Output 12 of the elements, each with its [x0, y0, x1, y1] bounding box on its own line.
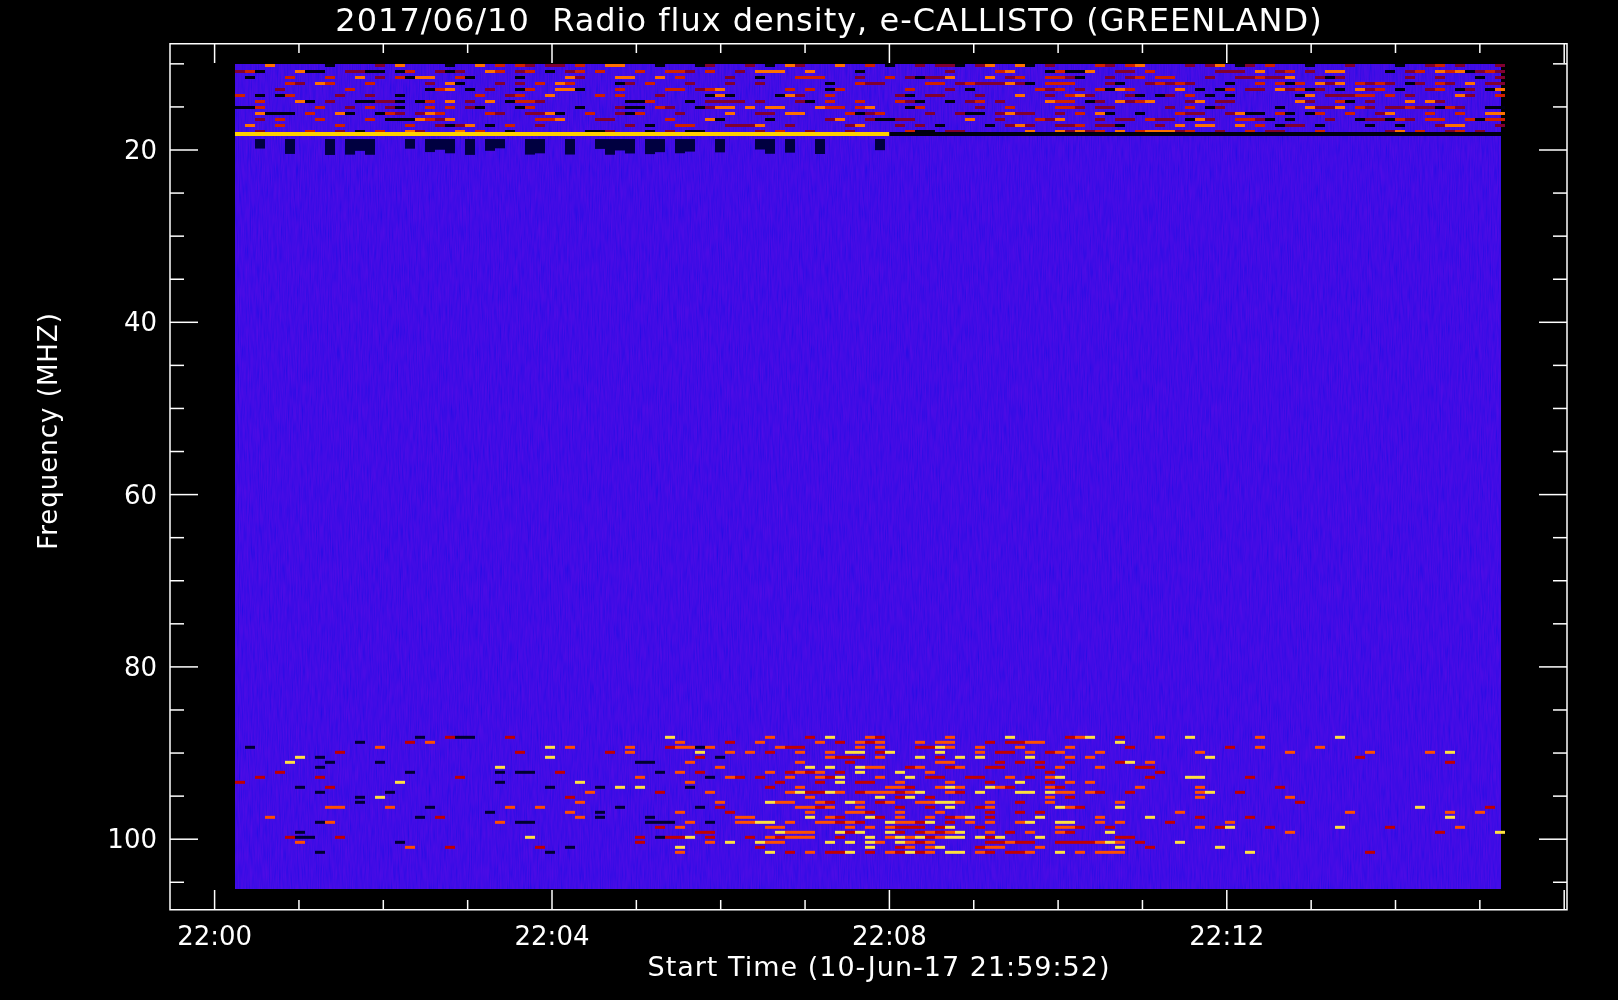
y-tick-label: 100	[107, 824, 157, 855]
x-tick-label: 22:04	[514, 921, 590, 948]
y-tick-label: 80	[123, 651, 157, 682]
x-axis-label: Start Time (10-Jun-17 21:59:52)	[647, 950, 1111, 984]
x-tick-label: 22:08	[851, 921, 927, 948]
x-tick-label: 22:12	[1189, 921, 1265, 948]
x-tick-label: 22:00	[177, 921, 253, 948]
y-tick-label: 60	[123, 479, 157, 510]
chart-title: 2017/06/10 Radio flux density, e-CALLISTO (GREENLAND)	[335, 0, 1323, 40]
y-tick-label: 20	[123, 135, 157, 165]
y-tick-label: 40	[123, 307, 157, 338]
y-axis-label: Frequency (MHZ)	[32, 311, 63, 550]
